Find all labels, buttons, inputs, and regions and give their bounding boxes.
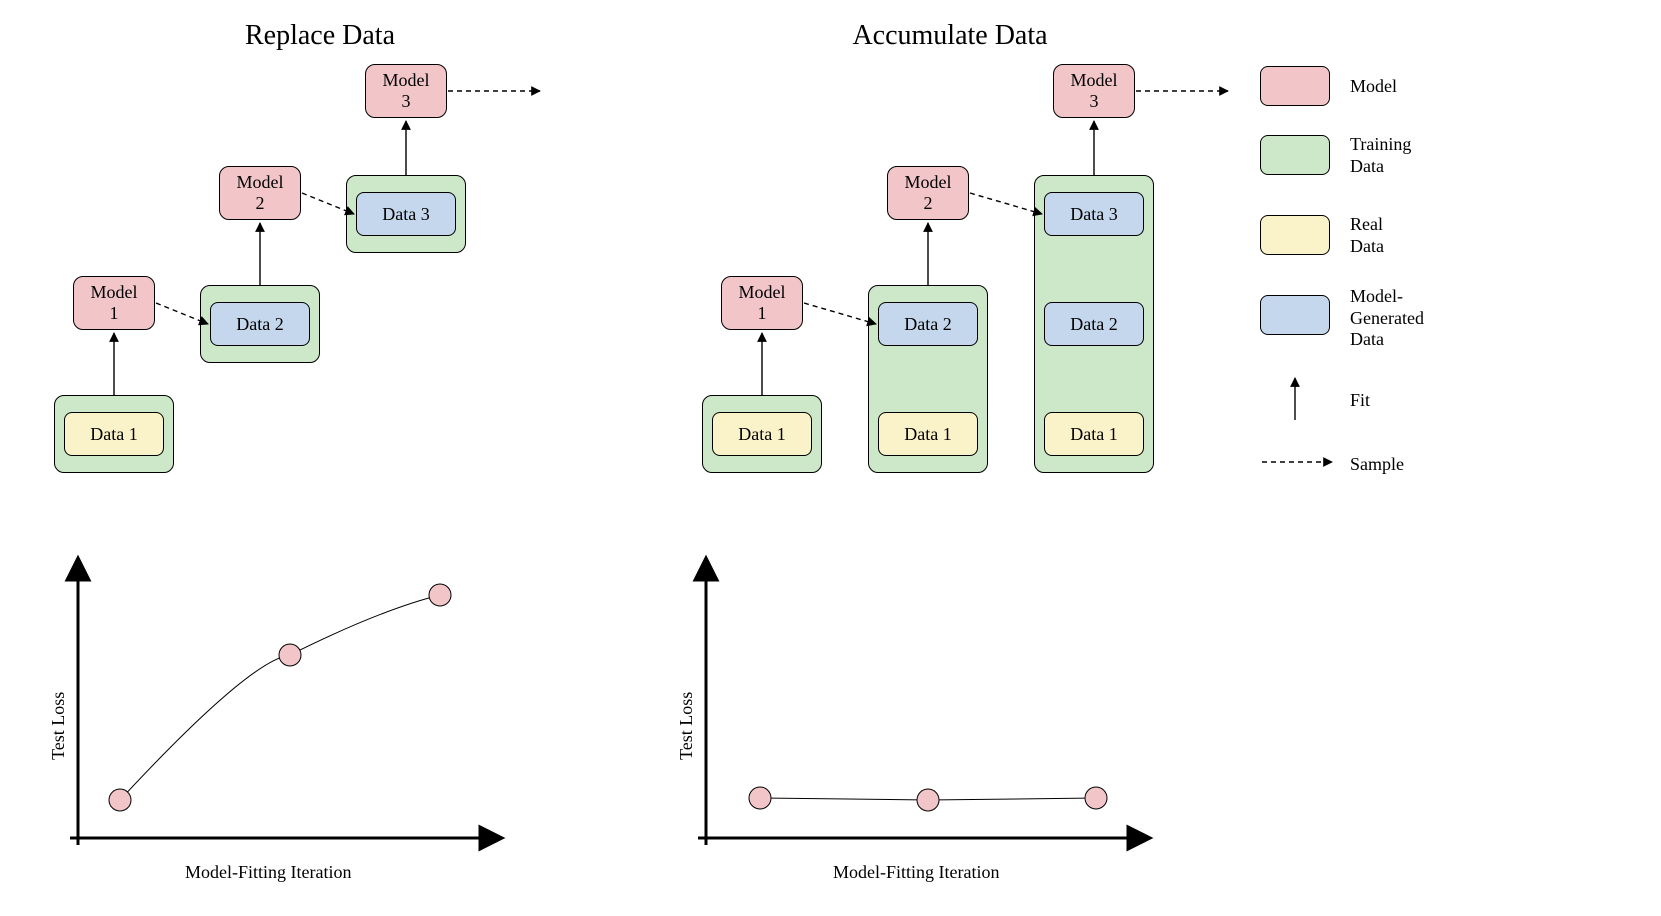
legend-training-swatch xyxy=(1260,135,1330,175)
diagram-root: Replace Data Accumulate Data Data 1 Mode… xyxy=(0,0,1661,916)
legend-model-swatch xyxy=(1260,66,1330,106)
legend-sample-label: Sample xyxy=(1350,454,1404,476)
legend-fit-label: Fit xyxy=(1350,390,1370,412)
model1-r: Model 1 xyxy=(721,276,803,330)
data1-real-l: Data 1 xyxy=(64,412,164,456)
ylabel-right: Test Loss xyxy=(676,692,697,760)
xlabel-right: Model-Fitting Iteration xyxy=(833,862,999,883)
title-right: Accumulate Data xyxy=(800,20,1100,52)
data3-gen-l: Data 3 xyxy=(356,192,456,236)
legend-model-label: Model xyxy=(1350,76,1397,98)
chart-right xyxy=(698,560,1148,845)
model2-l: Model 2 xyxy=(219,166,301,220)
model1-l: Model 1 xyxy=(73,276,155,330)
model2-r: Model 2 xyxy=(887,166,969,220)
model3-l: Model 3 xyxy=(365,64,447,118)
data1-real-r2: Data 1 xyxy=(878,412,978,456)
model3-r: Model 3 xyxy=(1053,64,1135,118)
legend-real-swatch xyxy=(1260,215,1330,255)
data2-gen-l: Data 2 xyxy=(210,302,310,346)
data1-real-r3: Data 1 xyxy=(1044,412,1144,456)
data2-gen-r: Data 2 xyxy=(878,302,978,346)
legend-real-label: Real Data xyxy=(1350,214,1384,257)
sample-arrow-r1 xyxy=(804,303,876,324)
data3-gen-r: Data 3 xyxy=(1044,192,1144,236)
data2-gen-r3: Data 2 xyxy=(1044,302,1144,346)
legend-generated-swatch xyxy=(1260,295,1330,335)
sample-arrow-r2 xyxy=(970,193,1042,214)
title-left: Replace Data xyxy=(170,20,470,52)
svg-overlay xyxy=(0,0,1661,916)
xlabel-left: Model-Fitting Iteration xyxy=(185,862,351,883)
data1-real-r1: Data 1 xyxy=(712,412,812,456)
chart-left xyxy=(70,560,500,845)
legend-generated-label: Model- Generated Data xyxy=(1350,286,1424,351)
legend-training-label: Training Data xyxy=(1350,134,1411,177)
ylabel-left: Test Loss xyxy=(48,692,69,760)
